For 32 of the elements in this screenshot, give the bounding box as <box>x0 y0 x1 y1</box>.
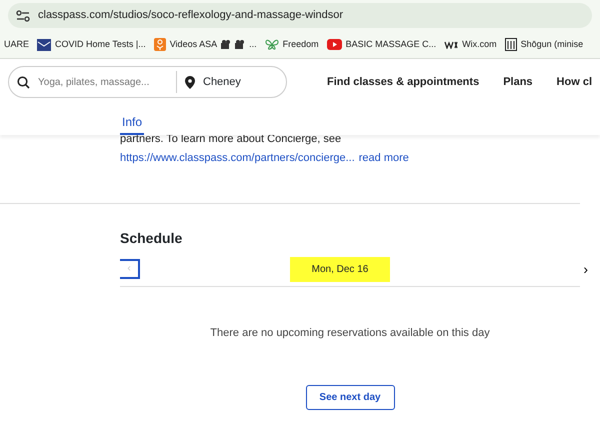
nav-link[interactable]: Plans <box>503 74 533 90</box>
bookmark-link[interactable]: Freedom <box>282 38 319 52</box>
nav-link[interactable]: How cl <box>556 74 592 90</box>
search-icon <box>17 76 30 88</box>
nav-link[interactable]: Find classes & appointments <box>326 74 480 90</box>
bookmark-link[interactable]: UARE <box>4 38 30 52</box>
url-text: classpass.com/studios/soco-reflexology-and-massage-windsor <box>38 8 344 24</box>
see-next-day-button[interactable]: See next day <box>306 385 394 410</box>
bookmark-link[interactable]: Wix.com <box>462 38 497 52</box>
ellipsis-text: ... <box>249 38 257 51</box>
play-icon <box>326 39 342 50</box>
bookmark-link[interactable]: COVID Home Tests |... <box>55 38 146 52</box>
mail-icon <box>37 38 52 50</box>
site-settings-icon[interactable] <box>16 10 30 22</box>
concierge-link[interactable]: https://www.classpass.com/partners/concierge... <box>120 150 355 167</box>
butterfly-icon <box>264 38 279 50</box>
location-text[interactable]: Cheney <box>203 74 241 90</box>
date-label: Mon, Dec 16 <box>290 256 390 282</box>
location-pin-icon <box>185 76 195 88</box>
film-icon <box>235 40 246 50</box>
read-more-link[interactable]: read more <box>358 150 409 167</box>
search-field[interactable]: Yoga, pilates, massage... Cheney <box>8 66 287 98</box>
bookmark-link[interactable]: Shōgun (minise <box>520 38 584 52</box>
bookmark-link[interactable]: Videos ASA <box>170 38 218 52</box>
empty-message: There are no upcoming reservations available on this day <box>209 326 491 341</box>
section-heading: Schedule <box>120 228 184 248</box>
columns-icon <box>504 38 517 51</box>
film-icon <box>221 40 232 50</box>
next-day-button[interactable]: › <box>583 258 588 280</box>
tab[interactable]: Info <box>120 109 144 135</box>
address-bar[interactable]: classpass.com/studios/soco-reflexology-and-massage-windsor <box>8 3 592 28</box>
bookmark-link[interactable]: BASIC MASSAGE C... <box>346 38 436 52</box>
